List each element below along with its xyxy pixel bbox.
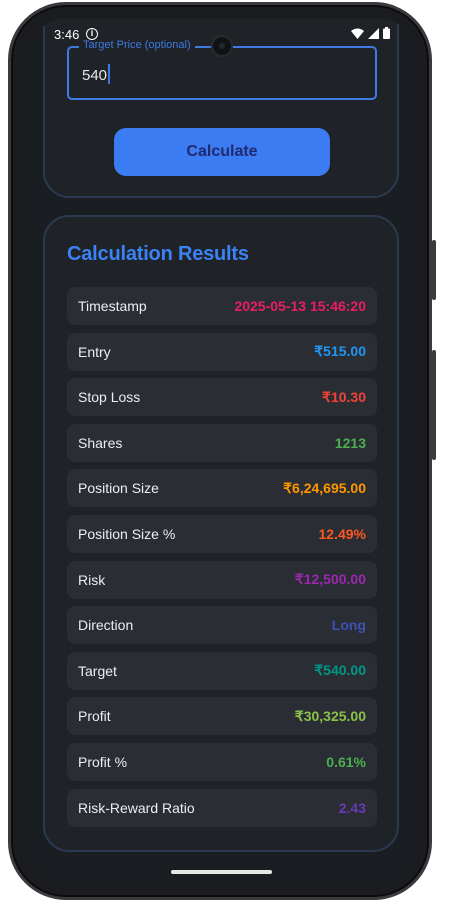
target-price-value[interactable]: 540 <box>82 64 111 84</box>
volume-button <box>432 350 436 460</box>
power-button <box>432 240 436 300</box>
calculate-button[interactable]: Calculate <box>114 128 330 176</box>
result-value: ₹515.00 <box>314 343 366 360</box>
wifi-icon <box>351 28 364 39</box>
result-label: Timestamp <box>78 298 147 314</box>
result-label: Shares <box>78 434 123 451</box>
result-row: Position Size ₹6,24,695.00 <box>67 469 377 508</box>
result-label: Profit % <box>78 753 128 770</box>
result-row: Position Size % 12.49% <box>67 514 377 553</box>
text-caret <box>108 64 111 84</box>
target-price-text: 540 <box>82 67 108 84</box>
screen: Target Price (optional) 540 Calculate Ca… <box>29 18 416 886</box>
result-label: Position Size <box>78 480 159 497</box>
result-label: Entry <box>78 343 111 360</box>
result-label: Risk-Reward Ratio <box>78 799 195 816</box>
result-value: ₹10.30 <box>322 388 366 405</box>
result-row: Risk-Reward Ratio 2.43 <box>67 788 377 827</box>
result-value: Long <box>331 617 366 634</box>
results-list: Timestamp 2025-05-13 15:46:20 Entry ₹515.00… <box>67 287 377 834</box>
result-row: Shares 1213 <box>67 423 377 462</box>
results-title: Calculation Results <box>67 243 249 265</box>
result-row: Stop Loss ₹10.30 <box>67 378 377 417</box>
result-value: 12.49% <box>318 525 366 542</box>
result-value: ₹540.00 <box>314 662 366 679</box>
status-time: 3:46 <box>54 27 80 42</box>
result-value: ₹12,500.00 <box>294 571 366 588</box>
result-label: Direction <box>78 617 134 634</box>
result-row: Entry ₹515.00 <box>67 332 377 371</box>
info-icon: i <box>86 28 98 40</box>
result-label: Target <box>78 662 117 679</box>
result-value: 0.61% <box>326 753 366 770</box>
result-row: Target ₹540.00 <box>67 651 377 690</box>
result-label: Profit <box>78 708 111 725</box>
result-value: ₹30,325.00 <box>294 707 366 724</box>
signal-icon <box>368 27 379 39</box>
front-camera <box>211 35 233 57</box>
result-label: Risk <box>78 571 106 588</box>
result-row: Risk ₹12,500.00 <box>67 560 377 599</box>
result-value: 1213 <box>334 434 366 451</box>
battery-icon <box>383 27 390 39</box>
result-row: Timestamp 2025-05-13 15:46:20 <box>67 287 377 325</box>
result-row: Direction Long <box>67 606 377 645</box>
result-row: Profit ₹30,325.00 <box>67 697 377 736</box>
result-value: 2.43 <box>338 799 366 816</box>
results-card: Calculation Results Timestamp 2025-05-13 … <box>43 215 399 852</box>
result-value: 2025-05-13 15:46:20 <box>234 298 366 314</box>
status-icons <box>351 27 390 39</box>
result-value: ₹6,24,695.00 <box>283 479 366 496</box>
result-label: Stop Loss <box>78 389 141 406</box>
result-label: Position Size % <box>78 525 176 542</box>
home-indicator[interactable] <box>171 870 272 874</box>
result-row: Profit % 0.61% <box>67 742 377 781</box>
